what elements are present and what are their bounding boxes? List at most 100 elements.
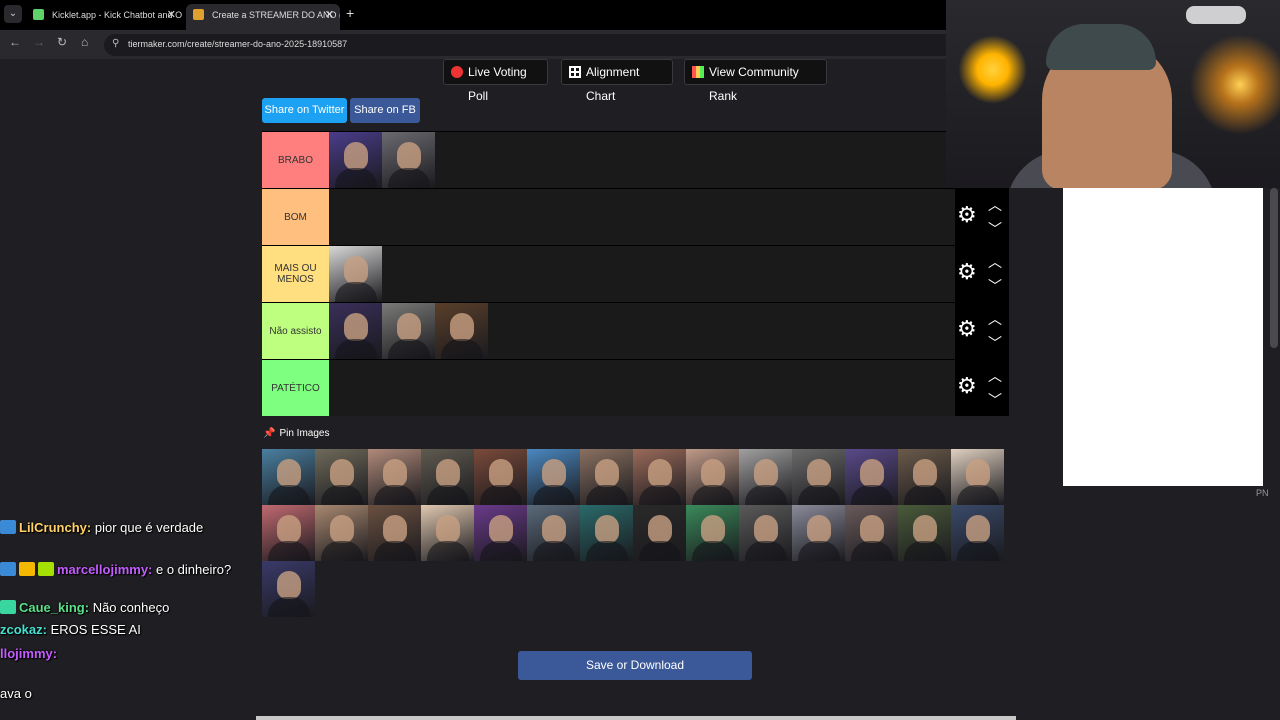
share-facebook-button[interactable]: Share on FB	[350, 98, 420, 123]
tier-item-image[interactable]	[382, 303, 435, 359]
address-bar[interactable]: ⚲ tiermaker.com/create/streamer-do-ano-2…	[104, 34, 946, 56]
unranked-streamer-image[interactable]	[527, 449, 580, 505]
page-scrollbar[interactable]	[1270, 188, 1278, 348]
move-tier-up-icon[interactable]: ︿	[988, 309, 1002, 329]
unranked-streamer-image[interactable]	[368, 505, 421, 561]
gear-icon[interactable]: ⚙	[957, 316, 977, 342]
close-tab-icon[interactable]: ✕	[167, 4, 176, 26]
gear-icon[interactable]: ⚙	[957, 373, 977, 399]
streamer-portrait-body	[321, 485, 363, 505]
tier-item-image[interactable]	[382, 132, 435, 188]
streamer-portrait-head	[648, 515, 672, 543]
forward-arrow-icon[interactable]: →	[33, 35, 45, 49]
close-tab-icon[interactable]: ✕	[325, 4, 334, 26]
unranked-streamer-image[interactable]	[739, 449, 792, 505]
unranked-streamer-image[interactable]	[421, 505, 474, 561]
streamer-portrait-body	[427, 541, 469, 561]
site-info-icon[interactable]: ⚲	[112, 38, 119, 49]
streamer-portrait-head	[436, 515, 460, 543]
tab-tiermaker[interactable]: Create a STREAMER DO ANO (2025) Tier Lis…	[186, 4, 340, 30]
unranked-streamer-image[interactable]	[527, 505, 580, 561]
streamer-portrait-head	[436, 459, 460, 487]
view-community-rank-button[interactable]: View Community Rank	[684, 59, 827, 103]
streamer-portrait-body	[427, 485, 469, 505]
gear-icon[interactable]: ⚙	[957, 259, 977, 285]
unranked-streamer-image[interactable]	[580, 505, 633, 561]
move-tier-down-icon[interactable]: ﹀	[988, 276, 1002, 296]
unranked-streamer-image[interactable]	[474, 449, 527, 505]
streamer-portrait-head	[595, 515, 619, 543]
home-icon[interactable]: ⌂	[81, 35, 88, 49]
unranked-streamer-image[interactable]	[898, 505, 951, 561]
unranked-image-pool	[262, 449, 1009, 617]
unranked-streamer-image[interactable]	[845, 449, 898, 505]
chat-text: ava o	[0, 686, 32, 701]
new-tab-plus-icon[interactable]: +	[346, 5, 354, 21]
unranked-streamer-image[interactable]	[262, 449, 315, 505]
unranked-streamer-image[interactable]	[686, 505, 739, 561]
unranked-streamer-image[interactable]	[262, 561, 315, 617]
alignment-chart-button[interactable]: Alignment Chart	[561, 59, 673, 103]
tier-item-image[interactable]	[329, 246, 382, 302]
move-tier-down-icon[interactable]: ﹀	[988, 219, 1002, 239]
unranked-streamer-image[interactable]	[686, 449, 739, 505]
unranked-streamer-image[interactable]	[633, 505, 686, 561]
move-tier-down-icon[interactable]: ﹀	[988, 390, 1002, 410]
unranked-streamer-image[interactable]	[739, 505, 792, 561]
chat-message: LilCrunchy: pior que é verdade	[0, 520, 203, 536]
chat-text: pior que é verdade	[94, 520, 204, 535]
unranked-streamer-image[interactable]	[315, 449, 368, 505]
streamer-portrait-body	[268, 485, 310, 505]
tab-kicklet[interactable]: Kicklet.app - Kick Chatbot and Overlays …	[26, 4, 182, 30]
streamer-portrait-head	[344, 313, 368, 341]
unranked-streamer-image[interactable]	[792, 449, 845, 505]
tier-label[interactable]: Não assisto	[262, 303, 329, 359]
streamer-portrait-body	[851, 485, 893, 505]
unranked-streamer-image[interactable]	[951, 449, 1004, 505]
browser-tab-bar: ⌄ Kicklet.app - Kick Chatbot and Overlay…	[0, 0, 946, 30]
chat-username: Caue_king:	[19, 600, 93, 615]
unranked-streamer-image[interactable]	[898, 449, 951, 505]
tier-label[interactable]: PATÉTICO	[262, 360, 329, 416]
tier-controls: ⚙ ︿ ﹀	[955, 246, 1009, 302]
tier-item-image[interactable]	[329, 132, 382, 188]
save-or-download-button[interactable]: Save or Download	[518, 651, 752, 680]
unranked-streamer-image[interactable]	[368, 449, 421, 505]
streamer-portrait-head	[450, 313, 474, 341]
tier-item-image[interactable]	[329, 303, 382, 359]
streamer-portrait-body	[374, 485, 416, 505]
tab-search-chevron-icon[interactable]: ⌄	[4, 5, 22, 23]
unranked-streamer-image[interactable]	[792, 505, 845, 561]
reload-icon[interactable]: ↻	[57, 35, 67, 49]
unranked-streamer-image[interactable]	[845, 505, 898, 561]
unranked-streamer-image[interactable]	[421, 449, 474, 505]
move-tier-up-icon[interactable]: ︿	[988, 195, 1002, 215]
live-voting-poll-button[interactable]: Live Voting Poll	[443, 59, 548, 103]
horizontal-scrollbar[interactable]	[256, 716, 1016, 720]
share-twitter-button[interactable]: Share on Twitter	[262, 98, 347, 123]
chat-text: EROS ESSE AI	[50, 622, 141, 637]
streamer-portrait-body	[268, 597, 310, 617]
streamer-portrait-head	[913, 459, 937, 487]
pin-images-toggle[interactable]: 📌 Pin Images	[263, 428, 329, 439]
gear-icon[interactable]: ⚙	[957, 202, 977, 228]
unranked-streamer-image[interactable]	[262, 505, 315, 561]
unranked-streamer-image[interactable]	[633, 449, 686, 505]
unranked-streamer-image[interactable]	[474, 505, 527, 561]
move-tier-up-icon[interactable]: ︿	[988, 366, 1002, 386]
tier-label[interactable]: BOM	[262, 189, 329, 245]
move-tier-up-icon[interactable]: ︿	[988, 252, 1002, 272]
unranked-streamer-image[interactable]	[315, 505, 368, 561]
move-tier-down-icon[interactable]: ﹀	[988, 333, 1002, 353]
tier-items[interactable]	[329, 132, 435, 188]
tier-items[interactable]	[329, 303, 488, 359]
unranked-streamer-image[interactable]	[951, 505, 1004, 561]
tier-items[interactable]	[329, 246, 382, 302]
tier-label[interactable]: MAIS OU MENOS	[262, 246, 329, 302]
tier-item-image[interactable]	[435, 303, 488, 359]
streamer-cap	[1046, 24, 1156, 70]
unranked-streamer-image[interactable]	[580, 449, 633, 505]
back-arrow-icon[interactable]: ←	[9, 35, 21, 49]
grid-icon	[569, 66, 581, 78]
tier-label[interactable]: BRABO	[262, 132, 329, 188]
